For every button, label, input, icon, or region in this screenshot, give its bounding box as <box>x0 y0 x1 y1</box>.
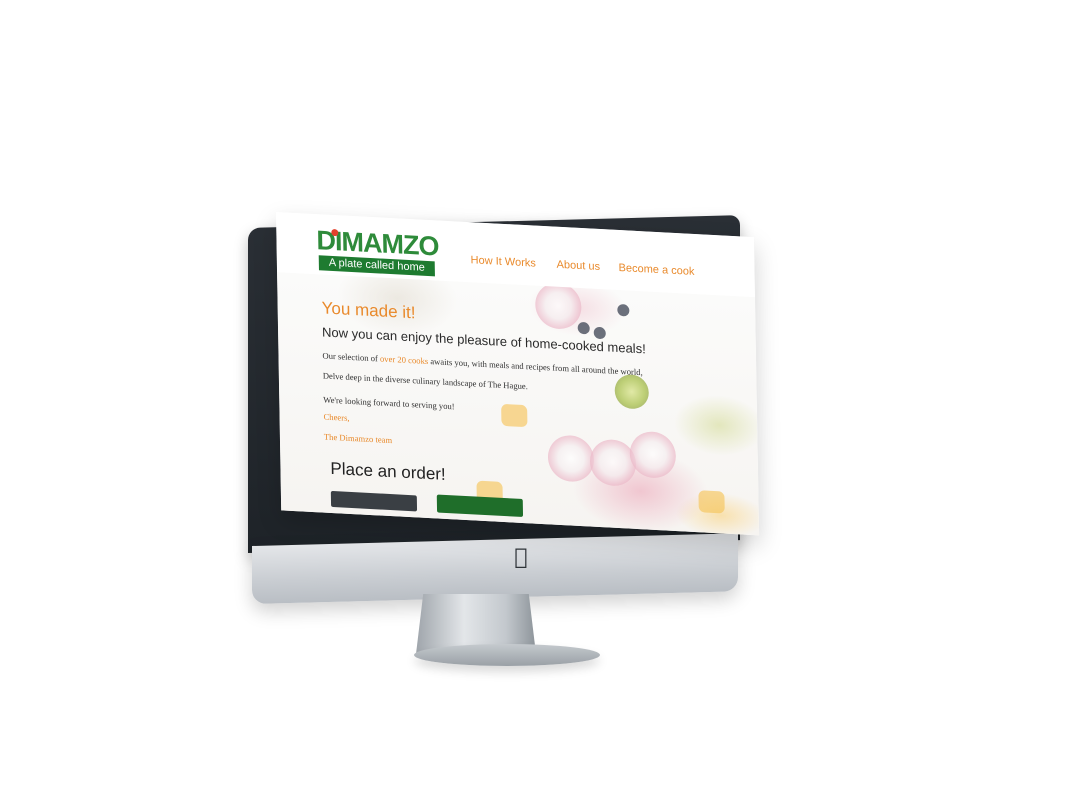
kiwi-image <box>614 373 650 410</box>
blueberry-image <box>617 303 630 317</box>
blueberry-image <box>577 321 590 335</box>
blueberry-image <box>593 326 606 340</box>
mango-image <box>698 490 725 514</box>
dimamzo-logo[interactable]: DIMAMZO A plate called home <box>316 225 439 278</box>
dragonfruit-image <box>629 430 677 480</box>
apple-logo-icon:  <box>510 546 532 570</box>
imac-stand-base <box>414 644 600 666</box>
dragonfruit-image <box>547 434 595 483</box>
mango-image <box>501 403 528 428</box>
signoff-text: Cheers, <box>323 411 350 423</box>
nav-become-a-cook[interactable]: Become a cook <box>619 262 695 278</box>
website-screen: DIMAMZO A plate called home How It Works… <box>276 212 760 536</box>
dragonfruit-image <box>589 438 637 487</box>
imac-chin <box>252 533 738 604</box>
nav-about-us[interactable]: About us <box>557 259 601 273</box>
dragonfruit-image <box>534 281 582 331</box>
logo-dot <box>331 228 339 237</box>
nav-how-it-works[interactable]: How It Works <box>471 254 536 269</box>
